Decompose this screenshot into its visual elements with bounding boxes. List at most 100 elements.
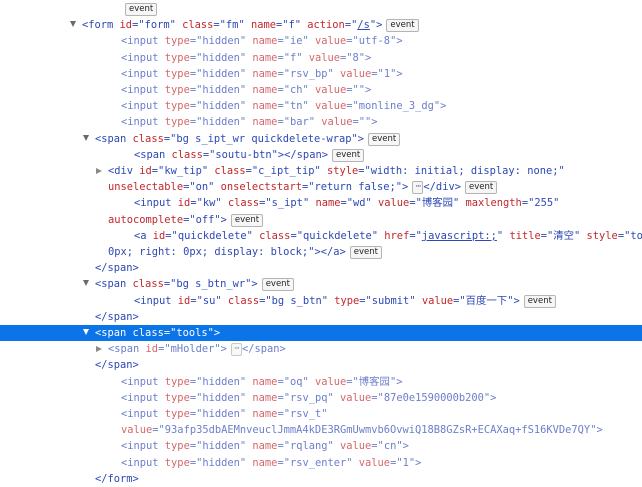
collapsed-triangle-icon[interactable] [96, 168, 102, 174]
dom-node-line[interactable]: </span> [0, 357, 642, 373]
attribute-value: on [195, 181, 209, 194]
dom-node-line[interactable]: <input type="hidden" name="rsv_t" [0, 406, 642, 422]
node-markup: event [121, 1, 158, 17]
dom-node-line[interactable]: <input type="hidden" name="rsv_enter" va… [0, 455, 642, 471]
attribute-value: soutu-btn [215, 148, 272, 161]
dom-node-line[interactable]: </span> [0, 309, 642, 325]
event-badge[interactable]: event [331, 148, 365, 162]
expand-triangle-icon[interactable] [83, 134, 89, 141]
attribute-name: value [340, 440, 372, 453]
collapsed-triangle-icon[interactable] [96, 346, 102, 353]
tag-text: " [239, 408, 253, 420]
dom-node-line[interactable]: <input type="hidden" name="rsv_pq" value… [0, 390, 642, 406]
attribute-value: 百度一下 [465, 294, 508, 307]
event-badge[interactable]: event [386, 19, 419, 33]
dom-node-line[interactable]: <input type="hidden" name="rsv_bp" value… [0, 66, 642, 82]
event-badge[interactable]: event [464, 181, 498, 195]
event-badge[interactable]: event [349, 246, 382, 259]
attribute-value[interactable]: javascript:; [422, 230, 497, 242]
tag-text: =" [277, 391, 290, 404]
attribute-value: 93afp35dbAEMnveuclJmmA4kDE3RGmUwmvb6Ovwi… [164, 424, 591, 437]
attribute-name: value [321, 116, 353, 129]
dom-node-line[interactable]: <input type="hidden" name="ie" value="ut… [0, 33, 642, 49]
attribute-name: type [164, 116, 190, 129]
dom-node-line[interactable]: <span class="soutu-btn"></span> event [0, 147, 642, 163]
dom-node-line[interactable]: autocomplete="off"> event [0, 212, 642, 228]
collapsed-content-badge[interactable]: ··· [230, 343, 242, 357]
event-badge[interactable]: event [125, 3, 158, 16]
attribute-value: 博客园 [421, 197, 453, 210]
attribute-name: type [164, 51, 190, 64]
tag-text: </span> [95, 359, 139, 372]
attribute-value[interactable]: /s [357, 19, 370, 31]
node-markup: <span class="tools"> [95, 325, 220, 341]
dom-node-line[interactable]: <input type="hidden" name="tn" value="mo… [0, 98, 642, 114]
dom-node-line[interactable]: <div id="kw_tip" class="c_ipt_tip" style… [0, 163, 642, 179]
dom-node-line[interactable]: <input type="hidden" name="ch" value=""> [0, 82, 642, 98]
tag-text: =" [301, 181, 315, 194]
attribute-value: 清空 [553, 229, 575, 242]
tag-text: =" [189, 408, 203, 420]
tag-text: " [208, 181, 221, 194]
node-markup: <input type="hidden" name="rsv_bp" value… [121, 66, 403, 82]
attribute-value: bg s_ipt_wr quickdelete-wrap [176, 132, 352, 145]
dom-node-line[interactable]: <input type="hidden" name="oq" value="博客… [0, 374, 642, 390]
collapsed-content-badge[interactable]: ··· [412, 181, 424, 195]
expand-triangle-icon[interactable] [83, 329, 89, 335]
dom-node-selected[interactable]: <span class="tools"> [0, 325, 642, 341]
attribute-value: hidden [202, 116, 240, 129]
tag-text: "></a> [308, 246, 346, 258]
dom-node-line[interactable]: 0px; right: 0px; display: block;"></a> ev… [0, 244, 642, 260]
node-markup: <input id="su" class="bg s_btn" type="su… [134, 293, 556, 309]
attribute-value: bg s_btn [271, 294, 322, 307]
attribute-value: monline_3_dg [358, 100, 434, 113]
tag-text: =" [290, 229, 303, 242]
dom-node-line[interactable]: <input type="hidden" name="bar" value=""… [0, 114, 642, 130]
tag-text: =" [277, 408, 290, 420]
dom-node-line[interactable]: <span id="mHolder"> ··· </span> [0, 341, 642, 357]
tag-text: =" [189, 35, 203, 48]
dom-node-line[interactable]: <span class="bg s_ipt_wr quickdelete-wra… [0, 131, 642, 147]
tag-text: "> [358, 51, 372, 64]
dom-node-line[interactable]: <span class="bg s_btn_wr"> event [0, 276, 642, 292]
tag-text: " [327, 440, 341, 453]
dom-node-line[interactable]: </span> [0, 260, 642, 276]
tag-text: <input [121, 51, 165, 64]
dom-inspector-tree[interactable]: event <form id="form" class="fm" name="f"… [0, 0, 642, 485]
attribute-value: s_ipt [271, 197, 303, 210]
dom-node-line[interactable]: value="93afp35dbAEMnveuclJmmA4kDE3RGmUwm… [0, 422, 642, 438]
tag-text: =" [340, 51, 353, 64]
node-markup: <input type="hidden" name="ch" value=""> [121, 82, 371, 98]
attribute-value: oq [289, 375, 303, 388]
tag-text: =" [359, 294, 372, 307]
tag-text: <span [108, 343, 146, 356]
tag-text: " [558, 165, 565, 177]
dom-node-line[interactable]: <form id="form" class="fm" name="f" acti… [0, 17, 642, 33]
tag-text: =" [371, 440, 384, 453]
expand-triangle-icon[interactable] [70, 21, 76, 28]
expand-triangle-icon[interactable] [83, 280, 89, 287]
attribute-value: hidden [202, 100, 240, 113]
attribute-value: return false; [314, 181, 396, 194]
dom-node-line[interactable]: <input id="kw" class="s_ipt" name="wd" v… [0, 195, 642, 211]
dom-node-line[interactable]: unselectable="on" onselectstart="return … [0, 179, 642, 195]
attribute-name: name [252, 35, 278, 48]
node-markup: <input id="kw" class="s_ipt" name="wd" v… [134, 195, 559, 211]
tag-text: =" [409, 229, 422, 242]
dom-node-line[interactable]: event [0, 1, 642, 17]
tag-text: </span> [242, 343, 286, 356]
event-badge[interactable]: event [368, 132, 401, 146]
attribute-name: type [164, 375, 190, 388]
tag-text: " [409, 294, 422, 307]
event-badge[interactable]: event [261, 278, 294, 292]
tag-text: =" [617, 229, 631, 242]
dom-node-line[interactable]: <input type="hidden" name="f" value="8"> [0, 50, 642, 66]
tag-text: "> [395, 181, 409, 194]
tag-text: " [239, 456, 253, 469]
dom-node-line[interactable]: <a id="quickdelete" class="quickdelete" … [0, 228, 642, 244]
dom-node-line[interactable]: <input type="hidden" name="rqlang" value… [0, 438, 642, 454]
event-badge[interactable]: event [523, 294, 556, 308]
event-badge[interactable]: event [230, 213, 264, 227]
dom-node-line[interactable]: <input id="su" class="bg s_btn" type="su… [0, 293, 642, 309]
attribute-name: autocomplete [108, 213, 184, 226]
